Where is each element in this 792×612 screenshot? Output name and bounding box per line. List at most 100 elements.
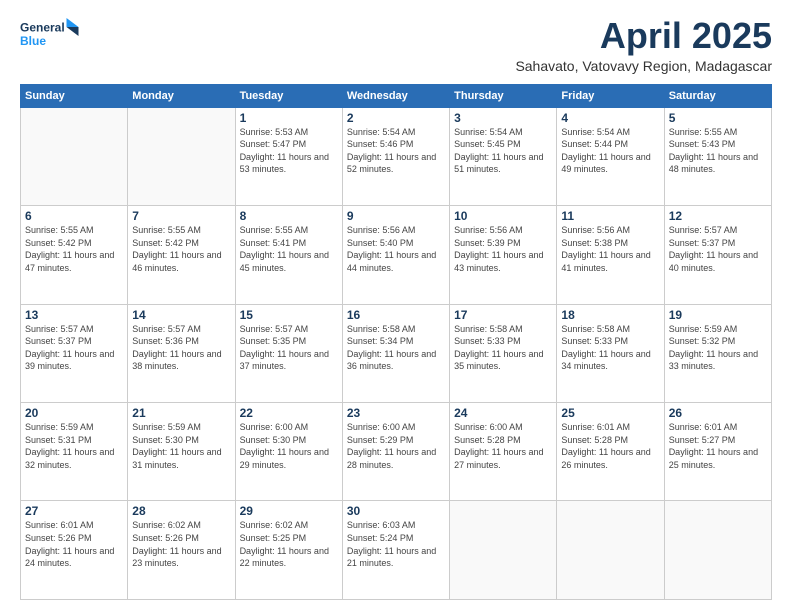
- header: General Blue April 2025 Sahavato, Vatova…: [20, 16, 772, 74]
- month-title: April 2025: [515, 16, 772, 56]
- day-number: 29: [240, 504, 338, 518]
- subtitle: Sahavato, Vatovavy Region, Madagascar: [515, 58, 772, 74]
- day-number: 26: [669, 406, 767, 420]
- day-info: Sunrise: 5:58 AMSunset: 5:33 PMDaylight:…: [561, 323, 659, 373]
- day-number: 28: [132, 504, 230, 518]
- day-number: 12: [669, 209, 767, 223]
- day-number: 22: [240, 406, 338, 420]
- day-info: Sunrise: 5:54 AMSunset: 5:46 PMDaylight:…: [347, 126, 445, 176]
- calendar-cell: 20Sunrise: 5:59 AMSunset: 5:31 PMDayligh…: [21, 403, 128, 501]
- calendar-cell: 11Sunrise: 5:56 AMSunset: 5:38 PMDayligh…: [557, 206, 664, 304]
- day-info: Sunrise: 6:00 AMSunset: 5:28 PMDaylight:…: [454, 421, 552, 471]
- day-number: 25: [561, 406, 659, 420]
- calendar-table: Sunday Monday Tuesday Wednesday Thursday…: [20, 84, 772, 600]
- weekday-header-row: Sunday Monday Tuesday Wednesday Thursday…: [21, 84, 772, 107]
- logo: General Blue: [20, 16, 80, 56]
- calendar-week-3: 13Sunrise: 5:57 AMSunset: 5:37 PMDayligh…: [21, 304, 772, 402]
- day-info: Sunrise: 5:54 AMSunset: 5:45 PMDaylight:…: [454, 126, 552, 176]
- day-number: 21: [132, 406, 230, 420]
- day-info: Sunrise: 6:01 AMSunset: 5:27 PMDaylight:…: [669, 421, 767, 471]
- day-info: Sunrise: 6:02 AMSunset: 5:25 PMDaylight:…: [240, 519, 338, 569]
- calendar-cell: [557, 501, 664, 600]
- calendar-cell: 28Sunrise: 6:02 AMSunset: 5:26 PMDayligh…: [128, 501, 235, 600]
- day-info: Sunrise: 5:56 AMSunset: 5:39 PMDaylight:…: [454, 224, 552, 274]
- calendar-cell: 27Sunrise: 6:01 AMSunset: 5:26 PMDayligh…: [21, 501, 128, 600]
- day-info: Sunrise: 5:56 AMSunset: 5:40 PMDaylight:…: [347, 224, 445, 274]
- day-info: Sunrise: 5:53 AMSunset: 5:47 PMDaylight:…: [240, 126, 338, 176]
- header-wednesday: Wednesday: [342, 84, 449, 107]
- day-number: 17: [454, 308, 552, 322]
- calendar-week-5: 27Sunrise: 6:01 AMSunset: 5:26 PMDayligh…: [21, 501, 772, 600]
- day-number: 19: [669, 308, 767, 322]
- day-number: 2: [347, 111, 445, 125]
- calendar-cell: 13Sunrise: 5:57 AMSunset: 5:37 PMDayligh…: [21, 304, 128, 402]
- calendar-cell: 1Sunrise: 5:53 AMSunset: 5:47 PMDaylight…: [235, 107, 342, 205]
- header-thursday: Thursday: [450, 84, 557, 107]
- day-info: Sunrise: 6:01 AMSunset: 5:26 PMDaylight:…: [25, 519, 123, 569]
- calendar-cell: 4Sunrise: 5:54 AMSunset: 5:44 PMDaylight…: [557, 107, 664, 205]
- day-info: Sunrise: 6:01 AMSunset: 5:28 PMDaylight:…: [561, 421, 659, 471]
- calendar-cell: 24Sunrise: 6:00 AMSunset: 5:28 PMDayligh…: [450, 403, 557, 501]
- calendar-cell: 30Sunrise: 6:03 AMSunset: 5:24 PMDayligh…: [342, 501, 449, 600]
- day-info: Sunrise: 5:57 AMSunset: 5:36 PMDaylight:…: [132, 323, 230, 373]
- calendar-cell: 10Sunrise: 5:56 AMSunset: 5:39 PMDayligh…: [450, 206, 557, 304]
- day-number: 8: [240, 209, 338, 223]
- svg-text:Blue: Blue: [20, 34, 46, 48]
- day-number: 20: [25, 406, 123, 420]
- calendar-week-1: 1Sunrise: 5:53 AMSunset: 5:47 PMDaylight…: [21, 107, 772, 205]
- day-number: 7: [132, 209, 230, 223]
- day-info: Sunrise: 6:00 AMSunset: 5:30 PMDaylight:…: [240, 421, 338, 471]
- header-friday: Friday: [557, 84, 664, 107]
- day-number: 16: [347, 308, 445, 322]
- day-info: Sunrise: 5:56 AMSunset: 5:38 PMDaylight:…: [561, 224, 659, 274]
- calendar-cell: 15Sunrise: 5:57 AMSunset: 5:35 PMDayligh…: [235, 304, 342, 402]
- header-saturday: Saturday: [664, 84, 771, 107]
- day-number: 10: [454, 209, 552, 223]
- calendar-cell: 22Sunrise: 6:00 AMSunset: 5:30 PMDayligh…: [235, 403, 342, 501]
- day-number: 18: [561, 308, 659, 322]
- day-number: 9: [347, 209, 445, 223]
- day-number: 5: [669, 111, 767, 125]
- day-number: 4: [561, 111, 659, 125]
- day-info: Sunrise: 5:57 AMSunset: 5:37 PMDaylight:…: [25, 323, 123, 373]
- day-info: Sunrise: 5:57 AMSunset: 5:35 PMDaylight:…: [240, 323, 338, 373]
- calendar-cell: 7Sunrise: 5:55 AMSunset: 5:42 PMDaylight…: [128, 206, 235, 304]
- calendar-cell: 26Sunrise: 6:01 AMSunset: 5:27 PMDayligh…: [664, 403, 771, 501]
- day-number: 23: [347, 406, 445, 420]
- day-info: Sunrise: 5:55 AMSunset: 5:41 PMDaylight:…: [240, 224, 338, 274]
- day-number: 24: [454, 406, 552, 420]
- calendar-cell: 8Sunrise: 5:55 AMSunset: 5:41 PMDaylight…: [235, 206, 342, 304]
- calendar-cell: [21, 107, 128, 205]
- day-info: Sunrise: 5:59 AMSunset: 5:30 PMDaylight:…: [132, 421, 230, 471]
- calendar-cell: 17Sunrise: 5:58 AMSunset: 5:33 PMDayligh…: [450, 304, 557, 402]
- day-info: Sunrise: 6:02 AMSunset: 5:26 PMDaylight:…: [132, 519, 230, 569]
- calendar-cell: 19Sunrise: 5:59 AMSunset: 5:32 PMDayligh…: [664, 304, 771, 402]
- header-monday: Monday: [128, 84, 235, 107]
- header-tuesday: Tuesday: [235, 84, 342, 107]
- day-info: Sunrise: 6:03 AMSunset: 5:24 PMDaylight:…: [347, 519, 445, 569]
- day-info: Sunrise: 5:55 AMSunset: 5:42 PMDaylight:…: [132, 224, 230, 274]
- svg-text:General: General: [20, 21, 65, 35]
- calendar-week-2: 6Sunrise: 5:55 AMSunset: 5:42 PMDaylight…: [21, 206, 772, 304]
- title-block: April 2025 Sahavato, Vatovavy Region, Ma…: [515, 16, 772, 74]
- calendar-cell: 29Sunrise: 6:02 AMSunset: 5:25 PMDayligh…: [235, 501, 342, 600]
- day-info: Sunrise: 5:59 AMSunset: 5:31 PMDaylight:…: [25, 421, 123, 471]
- day-info: Sunrise: 5:58 AMSunset: 5:34 PMDaylight:…: [347, 323, 445, 373]
- day-number: 14: [132, 308, 230, 322]
- day-number: 3: [454, 111, 552, 125]
- calendar-cell: [128, 107, 235, 205]
- day-info: Sunrise: 5:57 AMSunset: 5:37 PMDaylight:…: [669, 224, 767, 274]
- calendar-cell: 12Sunrise: 5:57 AMSunset: 5:37 PMDayligh…: [664, 206, 771, 304]
- day-info: Sunrise: 5:55 AMSunset: 5:42 PMDaylight:…: [25, 224, 123, 274]
- calendar-cell: 25Sunrise: 6:01 AMSunset: 5:28 PMDayligh…: [557, 403, 664, 501]
- calendar-week-4: 20Sunrise: 5:59 AMSunset: 5:31 PMDayligh…: [21, 403, 772, 501]
- day-number: 13: [25, 308, 123, 322]
- calendar-cell: 21Sunrise: 5:59 AMSunset: 5:30 PMDayligh…: [128, 403, 235, 501]
- day-info: Sunrise: 5:59 AMSunset: 5:32 PMDaylight:…: [669, 323, 767, 373]
- day-info: Sunrise: 6:00 AMSunset: 5:29 PMDaylight:…: [347, 421, 445, 471]
- day-info: Sunrise: 5:55 AMSunset: 5:43 PMDaylight:…: [669, 126, 767, 176]
- day-number: 30: [347, 504, 445, 518]
- day-number: 1: [240, 111, 338, 125]
- calendar-cell: [664, 501, 771, 600]
- day-number: 27: [25, 504, 123, 518]
